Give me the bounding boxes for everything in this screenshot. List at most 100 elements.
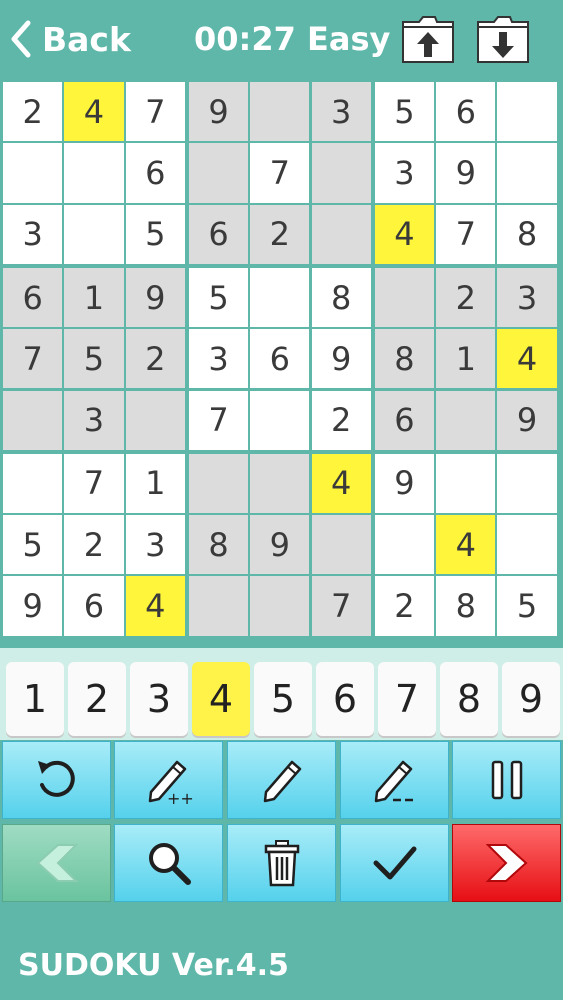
sudoku-cell[interactable]: 7 bbox=[125, 82, 185, 142]
number-key-2[interactable]: 2 bbox=[68, 662, 126, 736]
search-button[interactable] bbox=[114, 824, 223, 902]
sudoku-cell[interactable]: 3 bbox=[64, 390, 124, 450]
load-button[interactable] bbox=[401, 14, 455, 64]
sudoku-cell[interactable]: 3 bbox=[125, 515, 185, 575]
sudoku-cell[interactable]: 5 bbox=[3, 515, 63, 575]
sudoku-cell[interactable]: 6 bbox=[250, 329, 310, 389]
sudoku-cell[interactable]: 9 bbox=[3, 576, 63, 636]
save-button[interactable] bbox=[476, 14, 530, 64]
sudoku-cell[interactable]: 1 bbox=[436, 329, 496, 389]
sudoku-cell[interactable]: 7 bbox=[311, 576, 371, 636]
pencil-button[interactable] bbox=[227, 741, 336, 819]
sudoku-cell[interactable] bbox=[497, 515, 557, 575]
sudoku-cell[interactable] bbox=[250, 576, 310, 636]
sudoku-cell[interactable]: 7 bbox=[64, 453, 124, 514]
sudoku-cell[interactable]: 2 bbox=[374, 576, 435, 636]
sudoku-cell[interactable] bbox=[497, 82, 557, 142]
sudoku-cell[interactable]: 4 bbox=[436, 515, 496, 575]
previous-button[interactable] bbox=[2, 824, 111, 902]
check-button[interactable] bbox=[340, 824, 449, 902]
sudoku-cell[interactable]: 5 bbox=[188, 267, 249, 328]
sudoku-cell[interactable]: 6 bbox=[188, 204, 249, 264]
sudoku-cell[interactable]: 2 bbox=[3, 82, 63, 142]
sudoku-cell[interactable]: 1 bbox=[64, 267, 124, 328]
sudoku-cell[interactable]: 6 bbox=[64, 576, 124, 636]
sudoku-cell[interactable] bbox=[250, 390, 310, 450]
sudoku-cell[interactable] bbox=[250, 267, 310, 328]
number-key-4[interactable]: 4 bbox=[192, 662, 250, 736]
sudoku-cell[interactable]: 6 bbox=[436, 82, 496, 142]
sudoku-cell[interactable]: 8 bbox=[311, 267, 371, 328]
sudoku-cell[interactable] bbox=[250, 453, 310, 514]
sudoku-cell[interactable] bbox=[436, 453, 496, 514]
sudoku-cell[interactable] bbox=[436, 390, 496, 450]
number-key-9[interactable]: 9 bbox=[502, 662, 560, 736]
sudoku-cell[interactable]: 2 bbox=[436, 267, 496, 328]
sudoku-cell[interactable] bbox=[3, 143, 63, 203]
sudoku-cell[interactable]: 3 bbox=[374, 143, 435, 203]
sudoku-cell[interactable]: 1 bbox=[125, 453, 185, 514]
sudoku-cell[interactable] bbox=[3, 390, 63, 450]
sudoku-cell[interactable] bbox=[188, 143, 249, 203]
sudoku-cell[interactable] bbox=[311, 143, 371, 203]
pause-button[interactable] bbox=[452, 741, 561, 819]
sudoku-cell[interactable] bbox=[3, 453, 63, 514]
sudoku-cell[interactable] bbox=[125, 390, 185, 450]
sudoku-cell[interactable] bbox=[64, 143, 124, 203]
number-key-5[interactable]: 5 bbox=[254, 662, 312, 736]
sudoku-cell[interactable]: 4 bbox=[64, 82, 124, 142]
sudoku-cell[interactable]: 3 bbox=[188, 329, 249, 389]
sudoku-cell[interactable]: 7 bbox=[436, 204, 496, 264]
sudoku-cell[interactable] bbox=[374, 267, 435, 328]
sudoku-cell[interactable]: 9 bbox=[188, 82, 249, 142]
number-key-6[interactable]: 6 bbox=[316, 662, 374, 736]
sudoku-cell[interactable]: 7 bbox=[250, 143, 310, 203]
sudoku-cell[interactable]: 6 bbox=[125, 143, 185, 203]
sudoku-cell[interactable]: 4 bbox=[311, 453, 371, 514]
sudoku-cell[interactable]: 9 bbox=[125, 267, 185, 328]
sudoku-cell[interactable]: 5 bbox=[64, 329, 124, 389]
sudoku-cell[interactable]: 7 bbox=[3, 329, 63, 389]
sudoku-cell[interactable] bbox=[188, 576, 249, 636]
sudoku-cell[interactable]: 3 bbox=[311, 82, 371, 142]
number-key-1[interactable]: 1 bbox=[6, 662, 64, 736]
pencil-all-button[interactable]: ++ bbox=[114, 741, 223, 819]
sudoku-cell[interactable]: 5 bbox=[125, 204, 185, 264]
sudoku-cell[interactable]: 3 bbox=[497, 267, 557, 328]
sudoku-cell[interactable]: 2 bbox=[125, 329, 185, 389]
sudoku-cell[interactable] bbox=[250, 82, 310, 142]
sudoku-cell[interactable]: 8 bbox=[188, 515, 249, 575]
sudoku-cell[interactable] bbox=[188, 453, 249, 514]
sudoku-cell[interactable]: 8 bbox=[436, 576, 496, 636]
sudoku-cell[interactable]: 4 bbox=[125, 576, 185, 636]
sudoku-cell[interactable]: 3 bbox=[3, 204, 63, 264]
sudoku-cell[interactable]: 5 bbox=[374, 82, 435, 142]
number-key-8[interactable]: 8 bbox=[440, 662, 498, 736]
sudoku-cell[interactable]: 6 bbox=[374, 390, 435, 450]
sudoku-cell[interactable]: 2 bbox=[64, 515, 124, 575]
back-button[interactable]: Back bbox=[10, 14, 131, 64]
sudoku-cell[interactable] bbox=[374, 515, 435, 575]
sudoku-cell[interactable]: 4 bbox=[374, 204, 435, 264]
sudoku-cell[interactable]: 9 bbox=[374, 453, 435, 514]
sudoku-cell[interactable]: 9 bbox=[250, 515, 310, 575]
number-key-3[interactable]: 3 bbox=[130, 662, 188, 736]
sudoku-cell[interactable]: 7 bbox=[188, 390, 249, 450]
sudoku-cell[interactable]: 2 bbox=[311, 390, 371, 450]
number-key-7[interactable]: 7 bbox=[378, 662, 436, 736]
sudoku-cell[interactable]: 8 bbox=[374, 329, 435, 389]
sudoku-cell[interactable]: 6 bbox=[3, 267, 63, 328]
sudoku-cell[interactable] bbox=[64, 204, 124, 264]
sudoku-cell[interactable]: 4 bbox=[497, 329, 557, 389]
sudoku-cell[interactable]: 9 bbox=[436, 143, 496, 203]
sudoku-cell[interactable] bbox=[311, 204, 371, 264]
sudoku-cell[interactable] bbox=[497, 453, 557, 514]
sudoku-cell[interactable]: 9 bbox=[311, 329, 371, 389]
pencil-erase-button[interactable] bbox=[340, 741, 449, 819]
sudoku-cell[interactable]: 5 bbox=[497, 576, 557, 636]
sudoku-cell[interactable] bbox=[311, 515, 371, 575]
next-button[interactable] bbox=[452, 824, 561, 902]
sudoku-cell[interactable] bbox=[497, 143, 557, 203]
sudoku-cell[interactable]: 2 bbox=[250, 204, 310, 264]
delete-button[interactable] bbox=[227, 824, 336, 902]
